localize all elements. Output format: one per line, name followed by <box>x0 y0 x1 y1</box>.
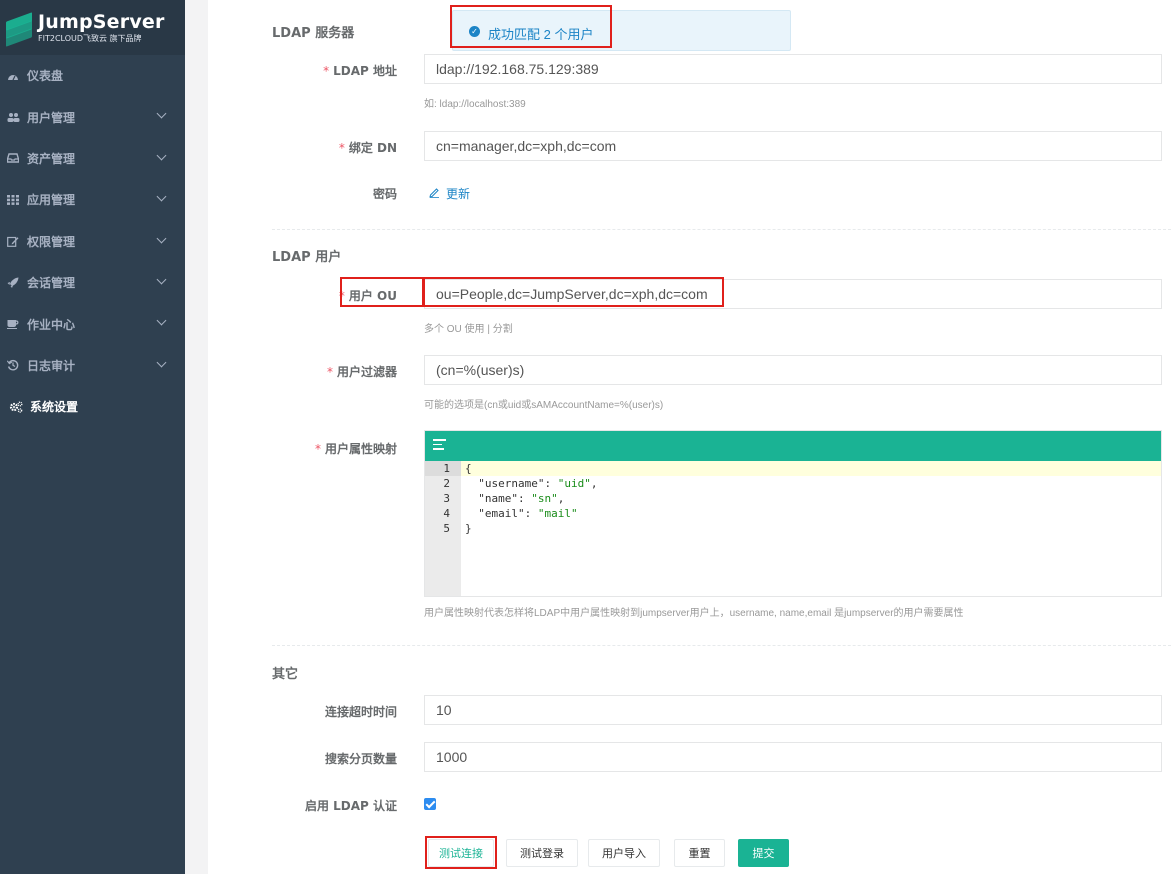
sidebar-item-label: 仪表盘 <box>27 69 64 84</box>
user-filter-input[interactable]: (cn=%(user)s) <box>424 355 1162 385</box>
edit-icon <box>6 235 20 247</box>
sidebar-item-permissions[interactable]: 权限管理 <box>0 221 185 262</box>
enable-ldap-checkbox[interactable] <box>424 798 436 810</box>
user-filter-label: * 用户过滤器 <box>326 365 397 379</box>
pencil-icon <box>429 187 440 201</box>
user-filter-help: 可能的选项是(cn或uid或sAMAccountName=%(user)s) <box>424 400 664 411</box>
sidebar-item-dashboard[interactable]: 仪表盘 <box>0 55 185 96</box>
editor-toolbar <box>425 431 1161 461</box>
sidebar-item-label: 日志审计 <box>27 358 76 373</box>
grid-icon <box>6 194 20 206</box>
code-line: 2 "username": "uid", <box>443 477 598 490</box>
highlight-box-ou-value <box>422 277 724 307</box>
editor-code[interactable]: 1{ 2 "username": "uid", 3 "name": "sn", … <box>425 461 1161 596</box>
user-ou-help: 多个 OU 使用 | 分割 <box>424 324 513 335</box>
sidebar-item-label: 会话管理 <box>27 276 76 291</box>
code-line: 4 "email": "mail" <box>443 507 578 520</box>
code-line: 3 "name": "sn", <box>443 492 565 505</box>
sidebar-item-jobs[interactable]: 作业中心 <box>0 303 185 344</box>
sidebar-item-settings[interactable]: 系统设置 <box>0 386 185 427</box>
code-line: 5} <box>443 522 472 535</box>
user-import-button[interactable]: 用户导入 <box>588 839 660 867</box>
jumpserver-logo-icon <box>6 11 32 47</box>
attr-map-help: 用户属性映射代表怎样将LDAP中用户属性映射到jumpserver用户上，use… <box>424 608 964 619</box>
ldap-address-help: 如: ldap://localhost:389 <box>424 99 526 110</box>
gears-icon <box>9 401 23 413</box>
code-line: 1{ <box>425 461 1161 476</box>
sidebar-item-applications[interactable]: 应用管理 <box>0 179 185 220</box>
page-size-input[interactable]: 1000 <box>424 742 1162 772</box>
sidebar-item-label: 权限管理 <box>27 234 76 249</box>
attr-map-label: * 用户属性映射 <box>314 442 397 456</box>
sidebar-item-label: 系统设置 <box>30 400 79 415</box>
chevron-down-icon <box>156 191 167 202</box>
history-icon <box>6 359 20 371</box>
inbox-icon <box>6 152 20 164</box>
section-title-ldap-user: LDAP 用户 <box>272 250 342 265</box>
ldap-address-input[interactable]: ldap://192.168.75.129:389 <box>424 54 1162 84</box>
sidebar-item-label: 用户管理 <box>27 110 76 125</box>
submit-button[interactable]: 提交 <box>738 839 789 867</box>
rocket-icon <box>6 277 20 289</box>
password-label: 密码 <box>372 187 397 201</box>
password-update-link[interactable]: 更新 <box>429 185 470 202</box>
users-icon <box>6 111 20 123</box>
enable-ldap-label: 启用 LDAP 认证 <box>304 799 397 813</box>
sidebar-item-label: 作业中心 <box>27 317 76 332</box>
attr-map-editor[interactable]: 1{ 2 "username": "uid", 3 "name": "sn", … <box>424 430 1162 597</box>
page-size-label: 搜索分页数量 <box>324 752 397 766</box>
sidebar-item-users[interactable]: 用户管理 <box>0 96 185 137</box>
timeout-input[interactable]: 10 <box>424 695 1162 725</box>
sidebar: JumpServer FIT2CLOUD飞致云 旗下品牌 仪表盘 用户管理 资产… <box>0 0 185 874</box>
ldap-address-label: * LDAP 地址 <box>323 64 397 78</box>
section-title-ldap-server: LDAP 服务器 <box>272 26 355 41</box>
bind-dn-input[interactable]: cn=manager,dc=xph,dc=com <box>424 131 1162 161</box>
highlight-box-toast <box>450 5 612 48</box>
chevron-down-icon <box>156 108 167 119</box>
sidebar-item-label: 应用管理 <box>27 193 76 208</box>
reset-button[interactable]: 重置 <box>674 839 725 867</box>
format-icon[interactable] <box>433 439 448 451</box>
chevron-down-icon <box>156 315 167 326</box>
brand-title: JumpServer <box>38 11 165 33</box>
sidebar-item-assets[interactable]: 资产管理 <box>0 138 185 179</box>
sidebar-nav: 仪表盘 用户管理 资产管理 应用管理 权限管理 会话管理 作业中心 日志审计 系… <box>0 55 185 428</box>
highlight-box-ou-label <box>340 277 425 307</box>
sidebar-item-sessions[interactable]: 会话管理 <box>0 262 185 303</box>
chevron-down-icon <box>156 274 167 285</box>
timeout-label: 连接超时时间 <box>324 705 397 719</box>
brand-logo[interactable]: JumpServer FIT2CLOUD飞致云 旗下品牌 <box>0 0 185 55</box>
highlight-box-test-connection <box>425 836 497 869</box>
section-divider <box>272 645 1171 646</box>
sidebar-item-label: 资产管理 <box>27 151 76 166</box>
chevron-down-icon <box>156 233 167 244</box>
sidebar-item-audit[interactable]: 日志审计 <box>0 345 185 386</box>
section-divider <box>272 229 1171 230</box>
chevron-down-icon <box>156 357 167 368</box>
chevron-down-icon <box>156 150 167 161</box>
dashboard-icon <box>6 70 20 82</box>
section-title-other: 其它 <box>272 667 299 682</box>
bind-dn-label: * 绑定 DN <box>338 141 397 155</box>
brand-subtitle: FIT2CLOUD飞致云 旗下品牌 <box>38 34 142 43</box>
test-login-button[interactable]: 测试登录 <box>506 839 578 867</box>
coffee-icon <box>6 318 20 330</box>
update-link-label: 更新 <box>446 187 471 201</box>
